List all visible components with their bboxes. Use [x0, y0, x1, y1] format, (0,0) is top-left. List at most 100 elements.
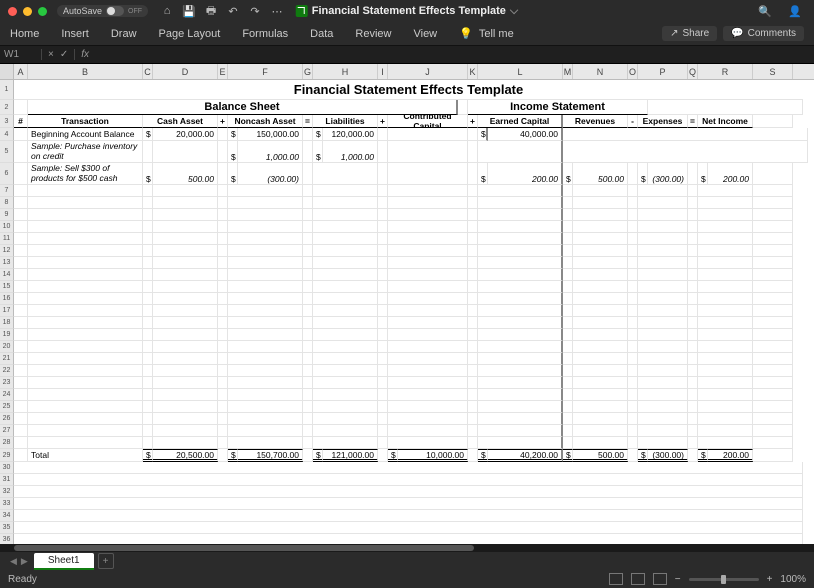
row-header[interactable]: 6: [0, 163, 14, 185]
hdr-noncash[interactable]: Noncash Asset: [228, 115, 303, 128]
txn-cell[interactable]: Sample: Purchase inventory on credit: [28, 141, 143, 163]
row-header[interactable]: 10: [0, 221, 14, 233]
hdr-minus[interactable]: -: [628, 115, 638, 128]
col-B[interactable]: B: [28, 64, 143, 79]
hdr-eq2[interactable]: =: [688, 115, 698, 128]
document-title[interactable]: Financial Statement Effects Template ⌵: [296, 5, 519, 18]
row-header[interactable]: 28: [0, 437, 14, 449]
page-layout-view-icon[interactable]: [631, 573, 645, 585]
tab-view[interactable]: View: [413, 28, 437, 40]
row-header[interactable]: 2: [0, 100, 14, 115]
close-icon[interactable]: [8, 7, 17, 16]
tab-insert[interactable]: Insert: [61, 28, 89, 40]
tab-next-icon[interactable]: ▶: [21, 556, 28, 567]
income-statement-label[interactable]: Income Statement: [468, 100, 648, 115]
hdr-cc[interactable]: Contributed Capital: [388, 115, 468, 128]
row-header[interactable]: 36: [0, 534, 14, 544]
row-header[interactable]: 11: [0, 233, 14, 245]
tab-pagelayout[interactable]: Page Layout: [159, 28, 221, 40]
minimize-icon[interactable]: [23, 7, 32, 16]
confirm-icon[interactable]: ✓: [60, 49, 68, 60]
col-E[interactable]: E: [218, 64, 228, 79]
grid-body[interactable]: 1 Financial Statement Effects Template 2…: [0, 80, 814, 544]
search-icon[interactable]: 🔍: [758, 4, 772, 18]
hdr-cash[interactable]: Cash Asset: [143, 115, 218, 128]
col-I[interactable]: I: [378, 64, 388, 79]
row-header[interactable]: 18: [0, 317, 14, 329]
col-J[interactable]: J: [388, 64, 468, 79]
hdr-plus3[interactable]: +: [468, 115, 478, 128]
row-header[interactable]: 20: [0, 341, 14, 353]
share-button[interactable]: ↗Share: [662, 26, 717, 41]
comments-button[interactable]: 💬Comments: [723, 26, 804, 41]
txn-cell[interactable]: Beginning Account Balance: [28, 128, 143, 141]
row-header[interactable]: 17: [0, 305, 14, 317]
row-header[interactable]: 26: [0, 413, 14, 425]
row-header[interactable]: 13: [0, 257, 14, 269]
col-P[interactable]: P: [638, 64, 688, 79]
home-icon[interactable]: ⌂: [160, 4, 174, 18]
zoom-out-button[interactable]: −: [675, 574, 681, 585]
name-box[interactable]: W1: [0, 49, 42, 60]
hdr-transaction[interactable]: Transaction: [28, 115, 143, 128]
hdr-exp[interactable]: Expenses: [638, 115, 688, 128]
balance-sheet-label[interactable]: Balance Sheet: [28, 100, 458, 115]
col-G[interactable]: G: [303, 64, 313, 79]
row-header[interactable]: 33: [0, 498, 14, 510]
row-header[interactable]: 29: [0, 449, 14, 462]
col-F[interactable]: F: [228, 64, 303, 79]
redo-icon[interactable]: ↷: [248, 4, 262, 18]
txn-cell[interactable]: Sample: Sell $300 of products for $500 c…: [28, 163, 143, 185]
col-C[interactable]: C: [143, 64, 153, 79]
row-header[interactable]: 30: [0, 462, 14, 474]
select-all-corner[interactable]: [0, 64, 14, 79]
col-O[interactable]: O: [628, 64, 638, 79]
undo-icon[interactable]: ↶: [226, 4, 240, 18]
hdr-ec[interactable]: Earned Capital: [478, 115, 563, 128]
row-header[interactable]: 3: [0, 115, 14, 128]
row-header[interactable]: 5: [0, 141, 14, 163]
row-header[interactable]: 4: [0, 128, 14, 141]
row-header[interactable]: 14: [0, 269, 14, 281]
cancel-icon[interactable]: ×: [48, 49, 54, 60]
tab-formulas[interactable]: Formulas: [242, 28, 288, 40]
row-header[interactable]: 19: [0, 329, 14, 341]
tab-prev-icon[interactable]: ◀: [10, 556, 17, 567]
row-header[interactable]: 31: [0, 474, 14, 486]
hdr-eq[interactable]: =: [303, 115, 313, 128]
zoom-level[interactable]: 100%: [780, 574, 806, 585]
row-header[interactable]: 8: [0, 197, 14, 209]
tab-data[interactable]: Data: [310, 28, 333, 40]
row-header[interactable]: 23: [0, 377, 14, 389]
row-header[interactable]: 16: [0, 293, 14, 305]
tab-home[interactable]: Home: [10, 28, 39, 40]
row-header[interactable]: 22: [0, 365, 14, 377]
row-header[interactable]: 24: [0, 389, 14, 401]
row-header[interactable]: 12: [0, 245, 14, 257]
tab-draw[interactable]: Draw: [111, 28, 137, 40]
zoom-slider[interactable]: [689, 578, 759, 581]
row-header[interactable]: 27: [0, 425, 14, 437]
hdr-plus1[interactable]: +: [218, 115, 228, 128]
hdr-liab[interactable]: Liabilities: [313, 115, 378, 128]
col-N[interactable]: N: [573, 64, 628, 79]
hdr-num[interactable]: #: [14, 115, 28, 128]
save-icon[interactable]: 💾: [182, 4, 196, 18]
main-title[interactable]: Financial Statement Effects Template: [14, 80, 803, 100]
maximize-icon[interactable]: [38, 7, 47, 16]
col-L[interactable]: L: [478, 64, 563, 79]
row-header[interactable]: 1: [0, 80, 14, 100]
col-Q[interactable]: Q: [688, 64, 698, 79]
more-icon[interactable]: ⋯: [270, 4, 284, 18]
tab-review[interactable]: Review: [355, 28, 391, 40]
row-header[interactable]: 34: [0, 510, 14, 522]
total-label[interactable]: Total: [28, 449, 143, 462]
row-header[interactable]: 9: [0, 209, 14, 221]
autosave-toggle[interactable]: AutoSave OFF: [57, 5, 148, 17]
hdr-ni[interactable]: Net Income: [698, 115, 753, 128]
print-icon[interactable]: 🖶: [204, 4, 218, 18]
row-header[interactable]: 21: [0, 353, 14, 365]
col-R[interactable]: R: [698, 64, 753, 79]
col-S[interactable]: S: [753, 64, 793, 79]
row-header[interactable]: 32: [0, 486, 14, 498]
